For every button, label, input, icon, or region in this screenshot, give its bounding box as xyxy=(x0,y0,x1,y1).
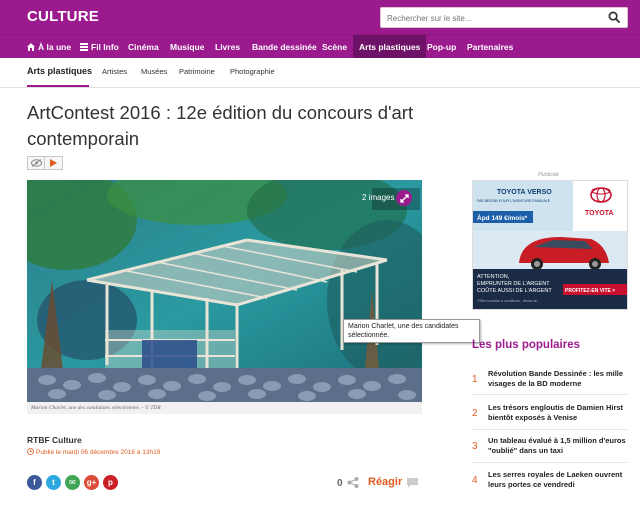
expand-button[interactable] xyxy=(396,190,412,206)
nav-item-cinema[interactable]: Cinéma xyxy=(128,35,159,59)
publish-date: Publié le mardi 06 décembre 2016 à 13h19 xyxy=(27,448,160,456)
pinterest-icon: p xyxy=(108,478,113,487)
eye-icon xyxy=(30,159,42,167)
divider xyxy=(472,394,628,395)
popular-rank: 2 xyxy=(472,408,478,419)
nav-item-pop-up[interactable]: Pop-up xyxy=(427,35,456,59)
popular-link[interactable]: Un tableau évalué à 1,5 million d'euros … xyxy=(488,436,628,456)
expand-icon xyxy=(399,193,409,203)
search-input[interactable] xyxy=(381,9,601,28)
search-icon[interactable] xyxy=(608,11,621,24)
article-title: ArtContest 2016 : 12e édition du concour… xyxy=(27,102,414,149)
ad-graphic: TOYOTA VERSO PAS BESOIN POUR L'AVENTURE … xyxy=(473,181,627,309)
divider xyxy=(472,429,628,430)
share-buttons: f t ✉ g+ p xyxy=(27,475,118,490)
facebook-icon: f xyxy=(33,478,36,487)
twitter-icon: t xyxy=(52,478,55,487)
publish-date-text: Publié le mardi 06 décembre 2016 à 13h19 xyxy=(36,449,161,456)
ad-price: Àpd 149 €/mois* xyxy=(477,213,528,222)
ad-label: Publicité xyxy=(538,172,559,178)
article-tools xyxy=(27,156,63,170)
main-nav: À la une Fil Info Cinéma Musique Livres … xyxy=(0,34,640,59)
subnav-item-photographie[interactable]: Photographie xyxy=(230,67,275,76)
google-plus-share-button[interactable]: g+ xyxy=(84,475,99,490)
share-icon[interactable] xyxy=(347,477,359,488)
nav-item-musique[interactable]: Musique xyxy=(170,35,204,59)
ad-fine-print: *Offre soumise à conditions - rfeuse-kh xyxy=(477,299,537,303)
image-count: 2 images xyxy=(362,193,395,202)
ad-brand: TOYOTA xyxy=(585,210,614,217)
image-caption: Marion Charlet, une des candidates sélec… xyxy=(27,402,422,414)
ad-slogan-line3: COÛTE AUSSI DE L'ARGENT xyxy=(477,287,552,294)
popular-title: Les plus populaires xyxy=(472,339,580,351)
hide-images-button[interactable] xyxy=(27,156,45,170)
clock-icon xyxy=(27,448,34,455)
ad-tagline: PAS BESOIN POUR L'AVENTURE FAMILIALE xyxy=(477,199,551,203)
article-image[interactable] xyxy=(27,180,422,402)
search-box xyxy=(380,7,628,28)
subnav-item-patrimoine[interactable]: Patrimoine xyxy=(179,67,215,76)
pavilion-painting xyxy=(27,180,422,402)
site-logo[interactable]: CULTURE xyxy=(27,8,99,25)
image-tooltip: Marion Charlet, une des candidates sélec… xyxy=(343,319,480,343)
home-icon xyxy=(27,43,35,51)
subnav-item-artistes[interactable]: Artistes xyxy=(102,67,127,76)
ad-slogan-line2: EMPRUNTER DE L'ARGENT xyxy=(477,281,550,287)
nav-item-livres[interactable]: Livres xyxy=(215,35,240,59)
sub-nav: Arts plastiques Artistes Musées Patrimoi… xyxy=(0,58,640,88)
ad-cta: PROFITEZ-EN VITE > xyxy=(565,288,615,294)
react-link[interactable]: Réagir xyxy=(368,476,402,488)
popular-link[interactable]: Les serres royales de Laeken ouvrent leu… xyxy=(488,470,628,490)
nav-label: Fil Info xyxy=(91,42,119,52)
list-icon xyxy=(80,43,88,51)
nav-item-a-la-une[interactable]: À la une xyxy=(27,35,71,59)
email-share-button[interactable]: ✉ xyxy=(65,475,80,490)
popular-rank: 4 xyxy=(472,475,478,486)
popular-link[interactable]: Les trésors engloutis de Damien Hirst bi… xyxy=(488,403,628,423)
popular-link[interactable]: Révolution Bande Dessinée : les mille vi… xyxy=(488,369,628,389)
nav-item-bande-dessinee[interactable]: Bande dessinée xyxy=(252,35,317,59)
article-source[interactable]: RTBF Culture xyxy=(27,435,82,445)
play-button[interactable] xyxy=(45,156,63,170)
popular-rank: 3 xyxy=(472,441,478,452)
nav-item-partenaires[interactable]: Partenaires xyxy=(467,35,513,59)
google-plus-icon: g+ xyxy=(86,478,97,487)
play-icon xyxy=(50,159,57,167)
subnav-item-musees[interactable]: Musées xyxy=(141,67,167,76)
email-icon: ✉ xyxy=(69,478,76,487)
ad-model: TOYOTA VERSO xyxy=(497,189,552,196)
nav-label: À la une xyxy=(38,42,72,52)
share-count: 0 xyxy=(337,478,343,489)
top-bar: CULTURE xyxy=(0,0,640,34)
facebook-share-button[interactable]: f xyxy=(27,475,42,490)
comment-icon[interactable] xyxy=(406,477,419,488)
divider xyxy=(472,462,628,463)
nav-item-fil-info[interactable]: Fil Info xyxy=(80,35,119,59)
subnav-current[interactable]: Arts plastiques xyxy=(27,66,92,76)
twitter-share-button[interactable]: t xyxy=(46,475,61,490)
pinterest-share-button[interactable]: p xyxy=(103,475,118,490)
nav-item-scene[interactable]: Scène xyxy=(322,35,347,59)
subnav-underline xyxy=(27,85,89,87)
ad-slogan-line1: ATTENTION, xyxy=(477,274,510,280)
toyota-advertisement[interactable]: TOYOTA VERSO PAS BESOIN POUR L'AVENTURE … xyxy=(472,180,628,310)
nav-item-arts-plastiques[interactable]: Arts plastiques xyxy=(353,35,427,59)
popular-rank: 1 xyxy=(472,374,478,385)
